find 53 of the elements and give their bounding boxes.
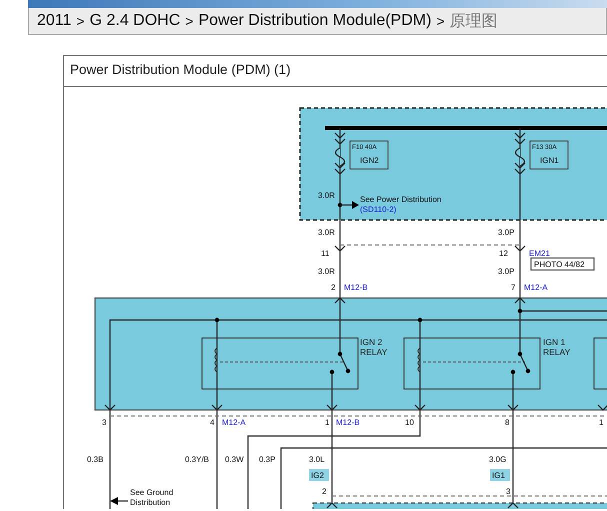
breadcrumb-separator: >	[185, 13, 194, 29]
wire-label: 0.3P	[259, 455, 276, 464]
pin-number: 10	[405, 418, 414, 427]
wire-label: 0.3B	[87, 455, 104, 464]
pin-number: 4	[210, 418, 214, 427]
pin-number: 1	[599, 418, 604, 427]
relay-drawing	[594, 338, 607, 390]
pin-number: 3	[102, 418, 106, 427]
relay-label: IGN 2 RELAY	[360, 337, 388, 357]
breadcrumb-separator: >	[76, 13, 85, 29]
note-text: See Ground Distribution	[130, 488, 174, 507]
pin-number: 1	[325, 418, 330, 427]
wire-label: 3.0G	[489, 455, 506, 464]
pin-number: 7	[511, 283, 516, 292]
wire-label: 0.3W	[225, 455, 244, 464]
connector-label: M12-A	[524, 283, 548, 292]
fuse-label-box	[530, 140, 568, 170]
pin-number: 2	[331, 283, 336, 292]
wire-label: 0.3Y/B	[185, 455, 210, 464]
fuse-icon	[334, 147, 346, 167]
fuse-name: IGN1	[540, 156, 559, 165]
wire-label: 3.0R	[318, 267, 335, 276]
pin-number: 12	[499, 249, 508, 258]
pin-number: 11	[321, 249, 330, 258]
pin-number: 2	[322, 487, 326, 496]
fuse-label-box	[350, 140, 388, 170]
pin-number: 3	[506, 487, 510, 496]
connector-label: M12-A	[222, 418, 246, 427]
wire-label: 3.0L	[309, 455, 325, 464]
circuit-tag	[490, 469, 510, 481]
note-text: See Power Distribution	[360, 195, 442, 204]
breadcrumb-separator: >	[436, 13, 445, 29]
connector-label: M12-B	[344, 283, 368, 292]
pin-number: 8	[505, 418, 510, 427]
arrow-icon	[110, 497, 128, 505]
fuse-name: IGN2	[360, 156, 379, 165]
arrow-icon	[340, 201, 359, 209]
wire-label: 3.0R	[318, 191, 335, 200]
diagram-title: Power Distribution Module (PDM) (1)	[64, 56, 607, 87]
wire-label: 3.0P	[498, 267, 514, 276]
wire-label: 3.0R	[318, 228, 335, 237]
relay-label: IGN 1 RELAY	[543, 337, 570, 357]
connector-label: M12-B	[336, 418, 360, 427]
reference-link[interactable]: (SD110-2)	[360, 205, 396, 214]
fuse-icon	[514, 147, 526, 167]
breadcrumb-link[interactable]: G 2.4 DOHC	[90, 12, 180, 30]
breadcrumb-link[interactable]: 2011	[37, 12, 72, 30]
breadcrumb-link[interactable]: 原理图	[450, 10, 498, 32]
photo-reference	[530, 258, 594, 270]
connector-label: EM21	[529, 249, 550, 258]
breadcrumb-link[interactable]: Power Distribution Module(PDM)	[198, 12, 432, 30]
wire-label: 3.0P	[498, 228, 514, 237]
circuit-tag	[309, 469, 329, 481]
